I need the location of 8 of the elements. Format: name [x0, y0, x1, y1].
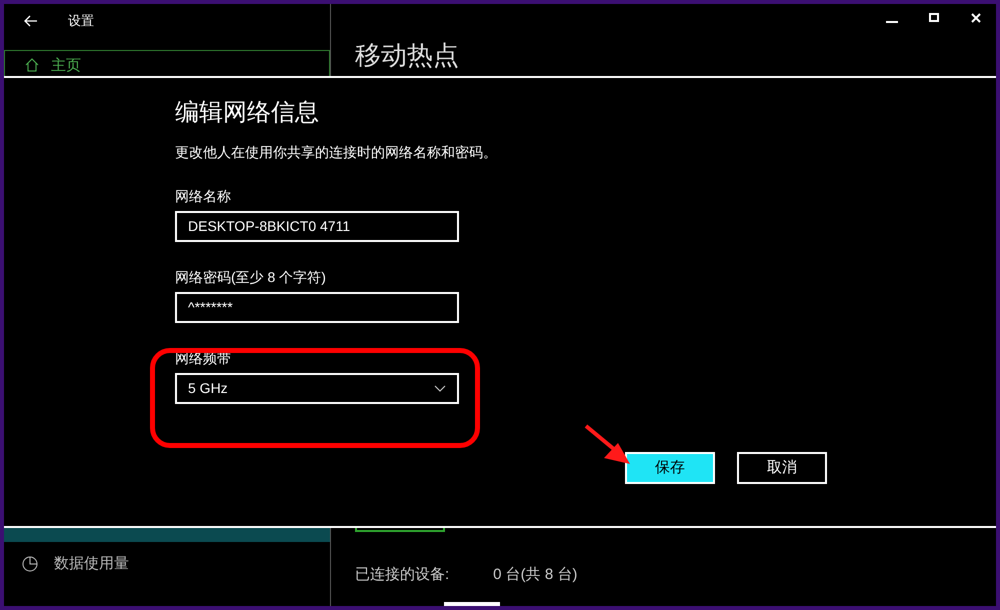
dialog-description: 更改他人在使用你共享的连接时的网络名称和密码。	[175, 143, 498, 162]
window-title: 设置	[68, 12, 94, 30]
dialog-title: 编辑网络信息	[175, 98, 320, 128]
page-title: 移动热点	[355, 40, 460, 70]
field-label: 网络密码(至少 8 个字符)	[175, 268, 326, 286]
connected-devices-value: 0 台(共 8 台)	[493, 564, 578, 584]
connected-devices-label: 已连接的设备:	[355, 564, 450, 584]
field-label: 网络名称	[175, 187, 231, 205]
